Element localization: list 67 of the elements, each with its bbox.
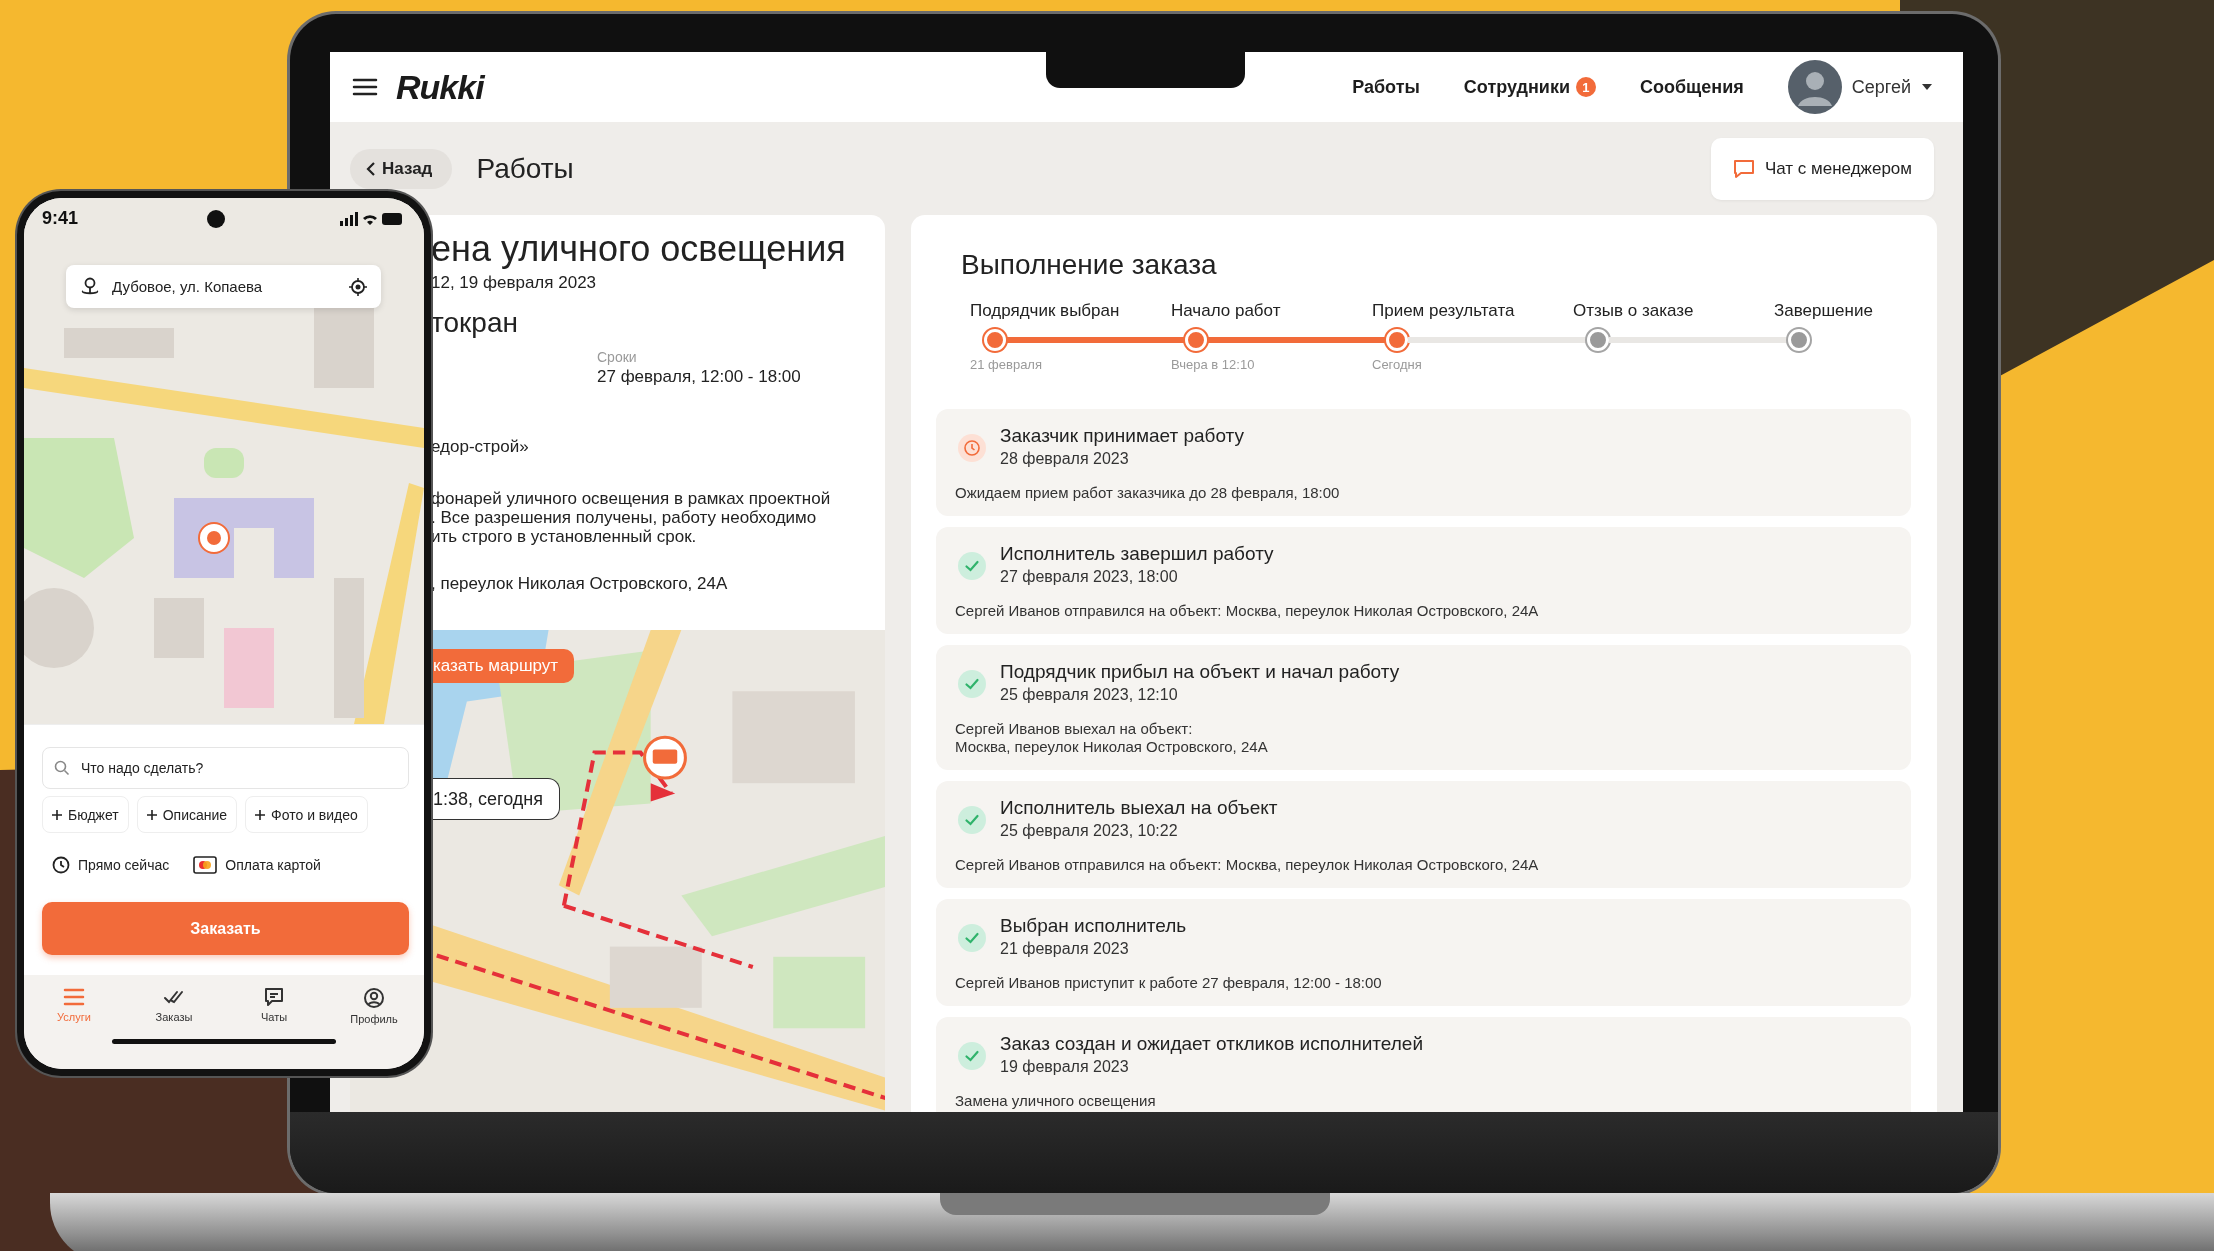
tab[interactable]: Чаты	[239, 987, 309, 1025]
event-title: Заказ создан и ожидает откликов исполнителей	[1000, 1033, 1424, 1055]
step-date: Сегодня	[1372, 357, 1423, 374]
event-date: 28 февраля 2023	[1000, 450, 1130, 468]
event-text: Замена уличного освещения	[955, 1092, 1157, 1110]
event-title: Исполнитель завершил работу	[1000, 543, 1274, 565]
event-date: 25 февраля 2023, 12:10	[1000, 686, 1179, 704]
step-label: Завершение	[1774, 301, 1874, 322]
add-chip[interactable]: Фото и видео	[245, 796, 368, 833]
speech-bubble-icon	[1732, 158, 1755, 179]
clock-icon	[52, 856, 70, 874]
event-date: 19 февраля 2023	[1000, 1058, 1130, 1076]
search-field[interactable]: Что надо сделать?	[42, 747, 409, 789]
nav-link[interactable]: Работы	[1352, 76, 1420, 98]
chat-icon	[263, 987, 285, 1007]
battery-icon	[382, 213, 402, 225]
add-chip[interactable]: Описание	[136, 796, 238, 833]
logo[interactable]: Rukki	[396, 67, 484, 107]
status-time: 9:41	[42, 208, 79, 229]
card-icon	[193, 856, 218, 874]
avatar[interactable]	[1787, 60, 1842, 114]
chevron-left-icon	[366, 161, 376, 176]
address-bar[interactable]: Дубовое, ул. Копаева	[66, 265, 381, 308]
nav-link[interactable]: Сотрудники 1	[1463, 76, 1596, 98]
chat-button[interactable]: Чат с менеджером	[1710, 137, 1934, 200]
location-icon[interactable]	[349, 277, 367, 296]
event-title: Исполнитель выехал на объект	[1000, 797, 1278, 819]
tab[interactable]: Профиль	[339, 987, 409, 1025]
search-icon	[54, 760, 70, 776]
field-value: 27 февраля, 12:00 - 18:00	[597, 367, 801, 387]
order-title: ена уличного освещения	[431, 227, 846, 271]
field-label: Сроки	[597, 349, 638, 365]
add-chip[interactable]: Бюджет	[42, 796, 129, 833]
back-button[interactable]: Назад	[350, 148, 453, 189]
eta-label: 1:38, сегодня	[431, 778, 561, 820]
plus-icon	[146, 809, 157, 820]
list-icon	[63, 987, 85, 1007]
menu-icon[interactable]	[352, 77, 378, 97]
plus-icon	[255, 809, 266, 820]
customer-name: едор-строй»	[431, 437, 529, 457]
nav-link[interactable]: Сообщения	[1640, 76, 1744, 98]
panel-title: Выполнение заказа	[961, 249, 1218, 281]
signal-icon	[340, 212, 358, 226]
option-label[interactable]: Прямо сейчас	[78, 857, 170, 873]
plus-icon	[52, 809, 62, 820]
tab[interactable]: Заказы	[139, 987, 209, 1025]
caret-icon[interactable]	[1921, 83, 1933, 91]
option-label[interactable]: Оплата картой	[225, 857, 321, 873]
event-date: 25 февраля 2023, 10:22	[1000, 822, 1179, 840]
order-subtitle: 12, 19 февраля 2023	[431, 273, 597, 293]
order-address: , переулок Николая Островского, 24А	[431, 574, 728, 594]
event-title: Подрядчик прибыл на объект и начал работу	[1000, 661, 1400, 683]
event-title: Заказчик принимает работу	[1000, 425, 1244, 447]
event-date: 27 февраля 2023, 18:00	[1000, 568, 1179, 586]
event-title: Выбран исполнитель	[1000, 915, 1187, 937]
profile-icon	[363, 987, 385, 1009]
page-title: Работы	[476, 152, 574, 185]
count-badge: 1	[1576, 77, 1596, 97]
wifi-icon	[363, 215, 377, 225]
event-text: Сергей Иванов отправился на объект: Москва, переулок Николая Островского, 24А	[955, 856, 1540, 874]
event-text: Сергей Иванов приступит к работе 27 февраля, 12:00 - 18:00	[955, 974, 1383, 992]
event-text: Сергей Иванов отправился на объект: Москва, переулок Николая Островского, 24А	[955, 602, 1540, 620]
event-text: Ожидаем прием работ заказчика до 28 февраля, 18:00	[955, 484, 1341, 502]
user-name[interactable]: Сергей	[1851, 76, 1911, 98]
service-name: токран	[431, 307, 518, 339]
event-date: 21 февраля 2023	[1000, 940, 1130, 958]
event-text: Сергей Иванов выехал на объект: Москва, переулок Николая Островского, 24А	[955, 720, 1269, 756]
